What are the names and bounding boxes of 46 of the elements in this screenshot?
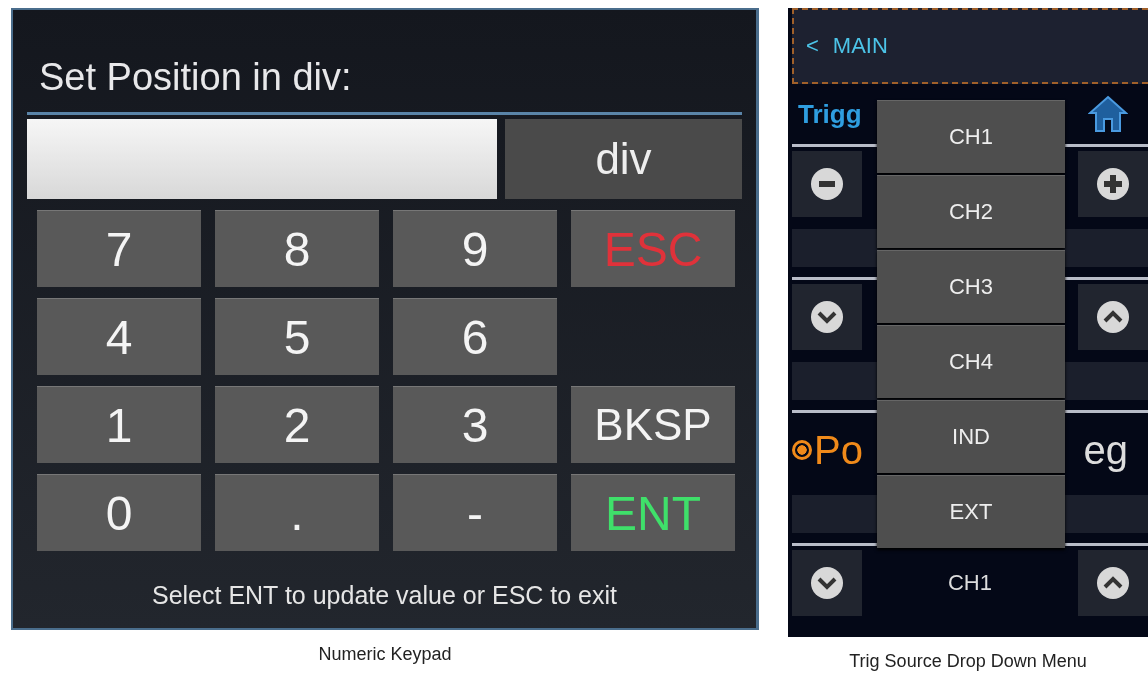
menu-item[interactable]: CH2 — [877, 175, 1065, 248]
hint-text: Select ENT to update value or ESC to exit — [150, 581, 619, 610]
key-button[interactable]: . — [215, 474, 379, 551]
key-button[interactable]: 7 — [37, 210, 201, 287]
option-label: Po — [814, 427, 863, 473]
key-button[interactable]: 0 — [37, 474, 201, 551]
option-text: eg — [1083, 427, 1128, 473]
decrement-button[interactable] — [792, 151, 862, 217]
home-icon[interactable] — [1088, 95, 1128, 133]
key-button[interactable]: 6 — [393, 298, 557, 375]
previous-button[interactable] — [792, 550, 862, 616]
backspace-button[interactable]: BKSP — [571, 386, 735, 463]
chevron-up-icon — [1096, 300, 1130, 334]
dialog-title: Set Position in div: — [39, 55, 353, 100]
key-button[interactable]: 4 — [37, 298, 201, 375]
key-button[interactable]: 5 — [215, 298, 379, 375]
enter-button[interactable]: ENT — [571, 474, 735, 551]
chevron-down-icon — [810, 300, 844, 334]
figure-caption: Trig Source Drop Down Menu — [849, 651, 1087, 672]
unit-button[interactable]: div — [505, 119, 742, 199]
menu-item[interactable]: IND — [877, 400, 1065, 473]
chevron-down-icon — [810, 566, 844, 600]
next-button[interactable] — [1078, 284, 1148, 350]
value-text: CH1 — [948, 570, 992, 596]
next-button[interactable] — [1078, 550, 1148, 616]
menu-item[interactable]: CH3 — [877, 250, 1065, 323]
key-button[interactable]: - — [393, 474, 557, 551]
previous-button[interactable] — [792, 284, 862, 350]
key-button[interactable]: 2 — [215, 386, 379, 463]
minus-icon — [810, 167, 844, 201]
input-field[interactable] — [27, 119, 497, 199]
back-arrow[interactable]: < — [806, 33, 819, 59]
chevron-up-icon — [1096, 566, 1130, 600]
key-button[interactable]: 8 — [215, 210, 379, 287]
key-button[interactable]: 9 — [393, 210, 557, 287]
menu-item[interactable]: CH4 — [877, 325, 1065, 398]
section-header: Trigg — [798, 98, 862, 130]
key-button[interactable]: 3 — [393, 386, 557, 463]
figure-caption: Numeric Keypad — [318, 644, 452, 665]
key-button[interactable]: 1 — [37, 386, 201, 463]
menu-item[interactable]: CH1 — [877, 100, 1065, 173]
plus-icon — [1096, 167, 1130, 201]
increment-button[interactable] — [1078, 151, 1148, 217]
back-link[interactable]: MAIN — [832, 33, 888, 59]
radio-button[interactable] — [792, 440, 812, 460]
menu-item[interactable]: EXT — [877, 475, 1065, 548]
